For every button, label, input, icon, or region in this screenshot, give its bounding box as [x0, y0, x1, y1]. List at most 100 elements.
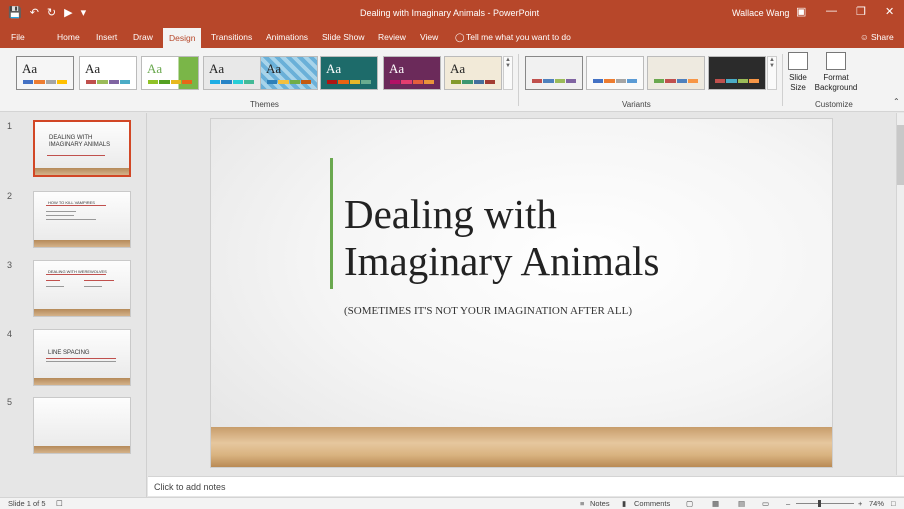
presentation-icon[interactable]: ▶ [64, 7, 72, 19]
user-name[interactable]: Wallace Wang [732, 8, 789, 18]
ribbon-separator [782, 54, 783, 106]
theme-label: Aa [22, 61, 38, 76]
body-line [46, 211, 76, 212]
body-line [46, 361, 116, 362]
slide-thumbnail-title: DEALING WITH IMAGINARY ANIMALS [49, 135, 111, 148]
slide-thumbnail-title: LINE SPACING [48, 350, 90, 356]
comments-button[interactable]: Comments [634, 499, 670, 508]
notes-button[interactable]: Notes [590, 499, 610, 508]
tell-me-box[interactable]: Tell me what you want to do [466, 32, 571, 42]
tab-transitions[interactable]: Transitions [211, 32, 252, 42]
title-underline [46, 205, 106, 206]
variant-1[interactable] [525, 56, 583, 90]
theme-label: Aa [209, 61, 225, 76]
customize-qat-icon[interactable]: ▾ [81, 7, 87, 19]
restore-button[interactable]: ❐ [856, 5, 866, 18]
theme-office[interactable]: Aa [16, 56, 74, 90]
window-title: Dealing with Imaginary Animals - PowerPo… [360, 8, 540, 18]
customize-group-label: Customize [815, 100, 853, 109]
variants-more-icon[interactable]: ▲ ▼ [767, 56, 777, 90]
format-background-label: Format Background [814, 73, 858, 92]
spelling-icon[interactable]: ☐ [56, 499, 63, 508]
ribbon-display-icon[interactable]: ▣ [796, 5, 806, 18]
theme-ion-boardroom[interactable]: Aa [383, 56, 441, 90]
theme-ion-pattern[interactable]: Aa [260, 56, 318, 90]
undo-icon[interactable]: ↶ [30, 7, 39, 19]
slide-editor: Dealing with Imaginary Animals (SOMETIME… [148, 113, 894, 475]
notes-pane[interactable]: Click to add notes [148, 476, 904, 496]
variant-3[interactable] [647, 56, 705, 90]
format-background-button[interactable]: Format Background [814, 52, 858, 93]
tab-review[interactable]: Review [378, 32, 406, 42]
theme-organic[interactable]: Aa [444, 56, 502, 90]
theme-ion[interactable]: Aa [320, 56, 378, 90]
theme-facet[interactable]: Aa [141, 56, 199, 90]
zoom-slider-thumb[interactable] [818, 500, 821, 507]
redo-icon[interactable]: ↻ [47, 7, 56, 19]
themes-more-icon[interactable]: ▲ ▼ [503, 56, 513, 90]
close-button[interactable]: ✕ [885, 5, 894, 18]
body-line [46, 286, 64, 287]
theme-office-theme[interactable]: Aa [79, 56, 137, 90]
theme-label: Aa [389, 61, 405, 76]
slide-size-button[interactable]: Slide Size [786, 52, 810, 93]
slide-thumbnail-5[interactable] [33, 397, 131, 454]
zoom-slider[interactable] [796, 503, 854, 504]
slide-canvas[interactable]: Dealing with Imaginary Animals (SOMETIME… [210, 118, 833, 468]
quick-access-toolbar: 💾 ↶ ↻ ▶ ▾ [8, 7, 86, 19]
slide-size-label: Slide Size [789, 73, 807, 92]
theme-integral[interactable]: Aa [203, 56, 261, 90]
share-button[interactable]: Share [871, 32, 894, 42]
vertical-scrollbar[interactable] [896, 113, 904, 475]
tab-animations[interactable]: Animations [266, 32, 308, 42]
slide-thumbnails-pane[interactable]: 1 DEALING WITH IMAGINARY ANIMALS 2 HOW T… [0, 113, 147, 497]
collapse-ribbon-icon[interactable]: ⌃ [893, 97, 900, 106]
tab-draw[interactable]: Draw [133, 32, 153, 42]
variant-4[interactable] [708, 56, 766, 90]
tell-me-lightbulb-icon[interactable]: ◯ [455, 32, 465, 43]
tab-design[interactable]: Design [163, 28, 202, 48]
zoom-in-icon[interactable]: + [858, 499, 862, 508]
slide-thumbnail-4[interactable]: LINE SPACING [33, 329, 131, 386]
comments-icon[interactable]: ▮ [622, 499, 626, 508]
title-accent-bar [330, 158, 333, 289]
slide-thumbnail-3[interactable]: DEALING WITH WEREWOLVES [33, 260, 131, 317]
tab-insert[interactable]: Insert [96, 32, 117, 42]
tab-slide-show[interactable]: Slide Show [322, 32, 365, 42]
slide-counter: Slide 1 of 5 [8, 499, 46, 508]
zoom-out-icon[interactable]: – [786, 499, 790, 508]
wood-floor-image [211, 427, 832, 467]
slide-number: 3 [7, 260, 13, 270]
slide-sorter-icon[interactable]: ▦ [712, 499, 719, 508]
format-background-icon [826, 52, 846, 70]
share-icon[interactable]: ☺ [860, 32, 869, 42]
body-line [46, 219, 96, 220]
tab-file[interactable]: File [11, 32, 25, 42]
tab-view[interactable]: View [420, 32, 438, 42]
status-bar: Slide 1 of 5 ☐ ≡ Notes ▮ Comments ▢ ▦ ▤ … [0, 497, 904, 509]
variants-group-label: Variants [622, 100, 651, 109]
slide-title[interactable]: Dealing with Imaginary Animals [344, 191, 659, 285]
save-icon[interactable]: 💾 [8, 7, 22, 19]
body-line [46, 215, 74, 216]
normal-view-icon[interactable]: ▢ [686, 499, 693, 508]
slide-thumbnail-1[interactable]: DEALING WITH IMAGINARY ANIMALS [33, 120, 131, 177]
reading-view-icon[interactable]: ▤ [738, 499, 745, 508]
slide-number: 4 [7, 329, 13, 339]
slide-thumbnail-2[interactable]: HOW TO KILL VAMPIRES [33, 191, 131, 248]
tab-home[interactable]: Home [57, 32, 80, 42]
scrollbar-thumb[interactable] [897, 125, 904, 185]
slide-number: 5 [7, 397, 13, 407]
title-underline [46, 358, 116, 359]
zoom-level[interactable]: 74% [869, 499, 884, 508]
variant-2[interactable] [586, 56, 644, 90]
column-heading [46, 280, 60, 281]
notes-icon[interactable]: ≡ [580, 499, 584, 508]
slideshow-icon[interactable]: ▭ [762, 499, 769, 508]
title-underline [47, 155, 105, 156]
fit-to-window-icon[interactable]: □ [891, 499, 896, 508]
slide-number: 2 [7, 191, 13, 201]
slide-subtitle[interactable]: (SOMETIMES IT'S NOT YOUR IMAGINATION AFT… [344, 305, 632, 317]
slide-number: 1 [7, 121, 13, 131]
minimize-button[interactable]: — [826, 5, 837, 17]
